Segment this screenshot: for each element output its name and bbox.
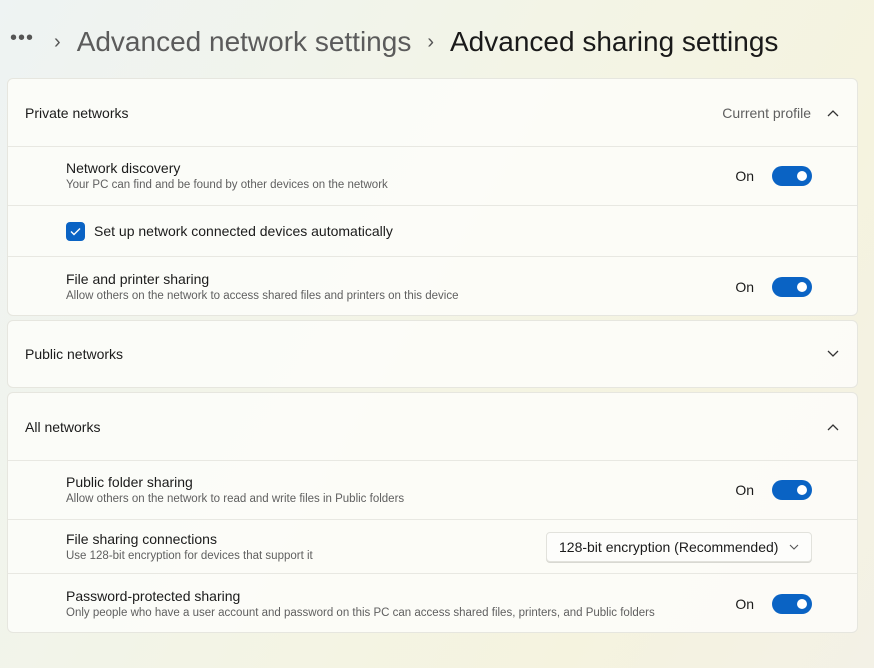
password-protected-sharing-row: Password-protected sharing Only people w… <box>8 573 857 632</box>
file-printer-sharing-row: File and printer sharing Allow others on… <box>8 256 857 315</box>
toggle-state-label: On <box>735 168 754 184</box>
public-networks-section: Public networks <box>7 320 858 388</box>
chevron-right-icon: › <box>54 30 61 53</box>
network-discovery-toggle[interactable] <box>772 166 812 186</box>
section-title: Public networks <box>25 346 124 362</box>
toggle-knob <box>797 598 807 609</box>
chevron-right-icon: › <box>427 30 434 53</box>
encryption-dropdown[interactable]: 128-bit encryption (Recommended) <box>546 531 812 562</box>
setting-title: Public folder sharing <box>66 474 193 490</box>
auto-setup-label[interactable]: Set up network connected devices automat… <box>94 222 393 240</box>
network-discovery-row: Network discovery Your PC can find and b… <box>8 146 857 205</box>
chevron-down-icon[interactable] <box>827 348 839 360</box>
dropdown-value: 128-bit encryption (Recommended) <box>559 538 779 555</box>
section-title: All networks <box>25 418 101 435</box>
private-networks-section: Private networks Current profile Network… <box>7 78 858 316</box>
breadcrumb-parent-link[interactable]: Advanced network settings <box>77 26 412 58</box>
private-networks-header[interactable]: Private networks Current profile <box>8 79 857 146</box>
setting-description: Allow others on the network to access sh… <box>66 289 459 302</box>
setting-title: File and printer sharing <box>66 270 210 287</box>
setting-title: File sharing connections <box>66 530 217 547</box>
checkmark-icon <box>70 227 81 235</box>
all-networks-header[interactable]: All networks <box>8 393 857 460</box>
chevron-up-icon[interactable] <box>827 421 839 433</box>
chevron-up-icon[interactable] <box>827 107 839 119</box>
section-title: Private networks <box>25 104 129 121</box>
chevron-down-icon <box>789 544 799 550</box>
toggle-state-label: On <box>735 278 754 295</box>
breadcrumb: ••• › Advanced network settings › Advanc… <box>10 22 778 62</box>
public-folder-sharing-row: Public folder sharing Allow others on th… <box>8 460 857 519</box>
setting-title: Network discovery <box>66 160 181 176</box>
toggle-state-label: On <box>735 482 754 498</box>
toggle-knob <box>797 485 807 495</box>
current-profile-label: Current profile <box>722 104 811 121</box>
setting-title: Password-protected sharing <box>66 587 241 604</box>
page-title: Advanced sharing settings <box>450 26 779 57</box>
public-networks-header[interactable]: Public networks <box>8 321 857 387</box>
auto-setup-checkbox[interactable] <box>66 221 85 241</box>
file-printer-sharing-toggle[interactable] <box>772 276 812 297</box>
auto-setup-row: Set up network connected devices automat… <box>8 205 857 256</box>
password-protected-sharing-toggle[interactable] <box>772 593 812 614</box>
setting-description: Allow others on the network to read and … <box>66 493 405 505</box>
toggle-knob <box>797 171 807 181</box>
all-networks-section: All networks Public folder sharing Allow… <box>7 392 858 633</box>
setting-description: Only people who have a user account and … <box>66 606 655 619</box>
breadcrumb-overflow-button[interactable]: ••• <box>10 27 34 50</box>
file-sharing-connections-row: File sharing connections Use 128-bit enc… <box>8 519 857 573</box>
public-folder-sharing-toggle[interactable] <box>772 480 812 500</box>
setting-description: Your PC can find and be found by other d… <box>66 179 388 191</box>
setting-description: Use 128-bit encryption for devices that … <box>66 549 313 562</box>
toggle-knob <box>797 281 807 292</box>
toggle-state-label: On <box>735 595 754 612</box>
